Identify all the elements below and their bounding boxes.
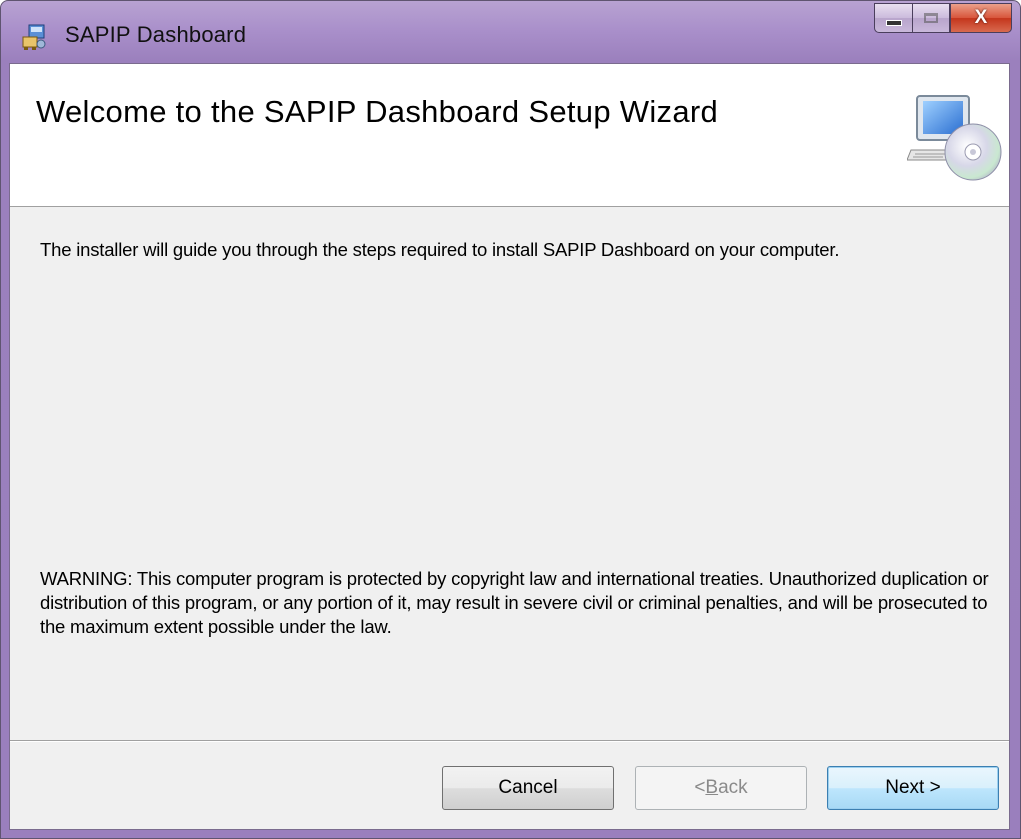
- maximize-icon: [924, 13, 938, 23]
- close-button[interactable]: X: [950, 3, 1012, 33]
- back-button: < Back: [635, 766, 807, 810]
- close-icon: X: [974, 7, 988, 28]
- maximize-button: [912, 3, 950, 33]
- cancel-button[interactable]: Cancel: [442, 766, 614, 810]
- back-button-accelerator: B: [705, 777, 719, 798]
- intro-text: The installer will guide you through the…: [40, 239, 840, 260]
- copyright-warning: WARNING: This computer program is protec…: [40, 568, 989, 637]
- window-title: SAPIP Dashboard: [65, 22, 247, 47]
- wizard-client-area: Welcome to the SAPIP Dashboard Setup Wiz…: [9, 63, 1010, 830]
- minimize-icon: [885, 20, 902, 26]
- caption-buttons: X: [874, 3, 1012, 37]
- back-button-prefix: <: [694, 777, 706, 798]
- title-bar[interactable]: SAPIP Dashboard X: [1, 1, 1020, 63]
- button-separator: [10, 740, 1009, 742]
- next-button[interactable]: Next >: [827, 766, 999, 810]
- installer-app-icon[interactable]: [21, 23, 47, 51]
- computer-cd-icon: [906, 92, 1007, 182]
- wizard-banner: Welcome to the SAPIP Dashboard Setup Wiz…: [10, 64, 1009, 207]
- minimize-button[interactable]: [874, 3, 912, 33]
- banner-title: Welcome to the SAPIP Dashboard Setup Wiz…: [36, 94, 719, 129]
- setup-window: SAPIP Dashboard X Welcome to the SAPIP D…: [0, 0, 1021, 839]
- back-button-rest: ack: [718, 777, 748, 798]
